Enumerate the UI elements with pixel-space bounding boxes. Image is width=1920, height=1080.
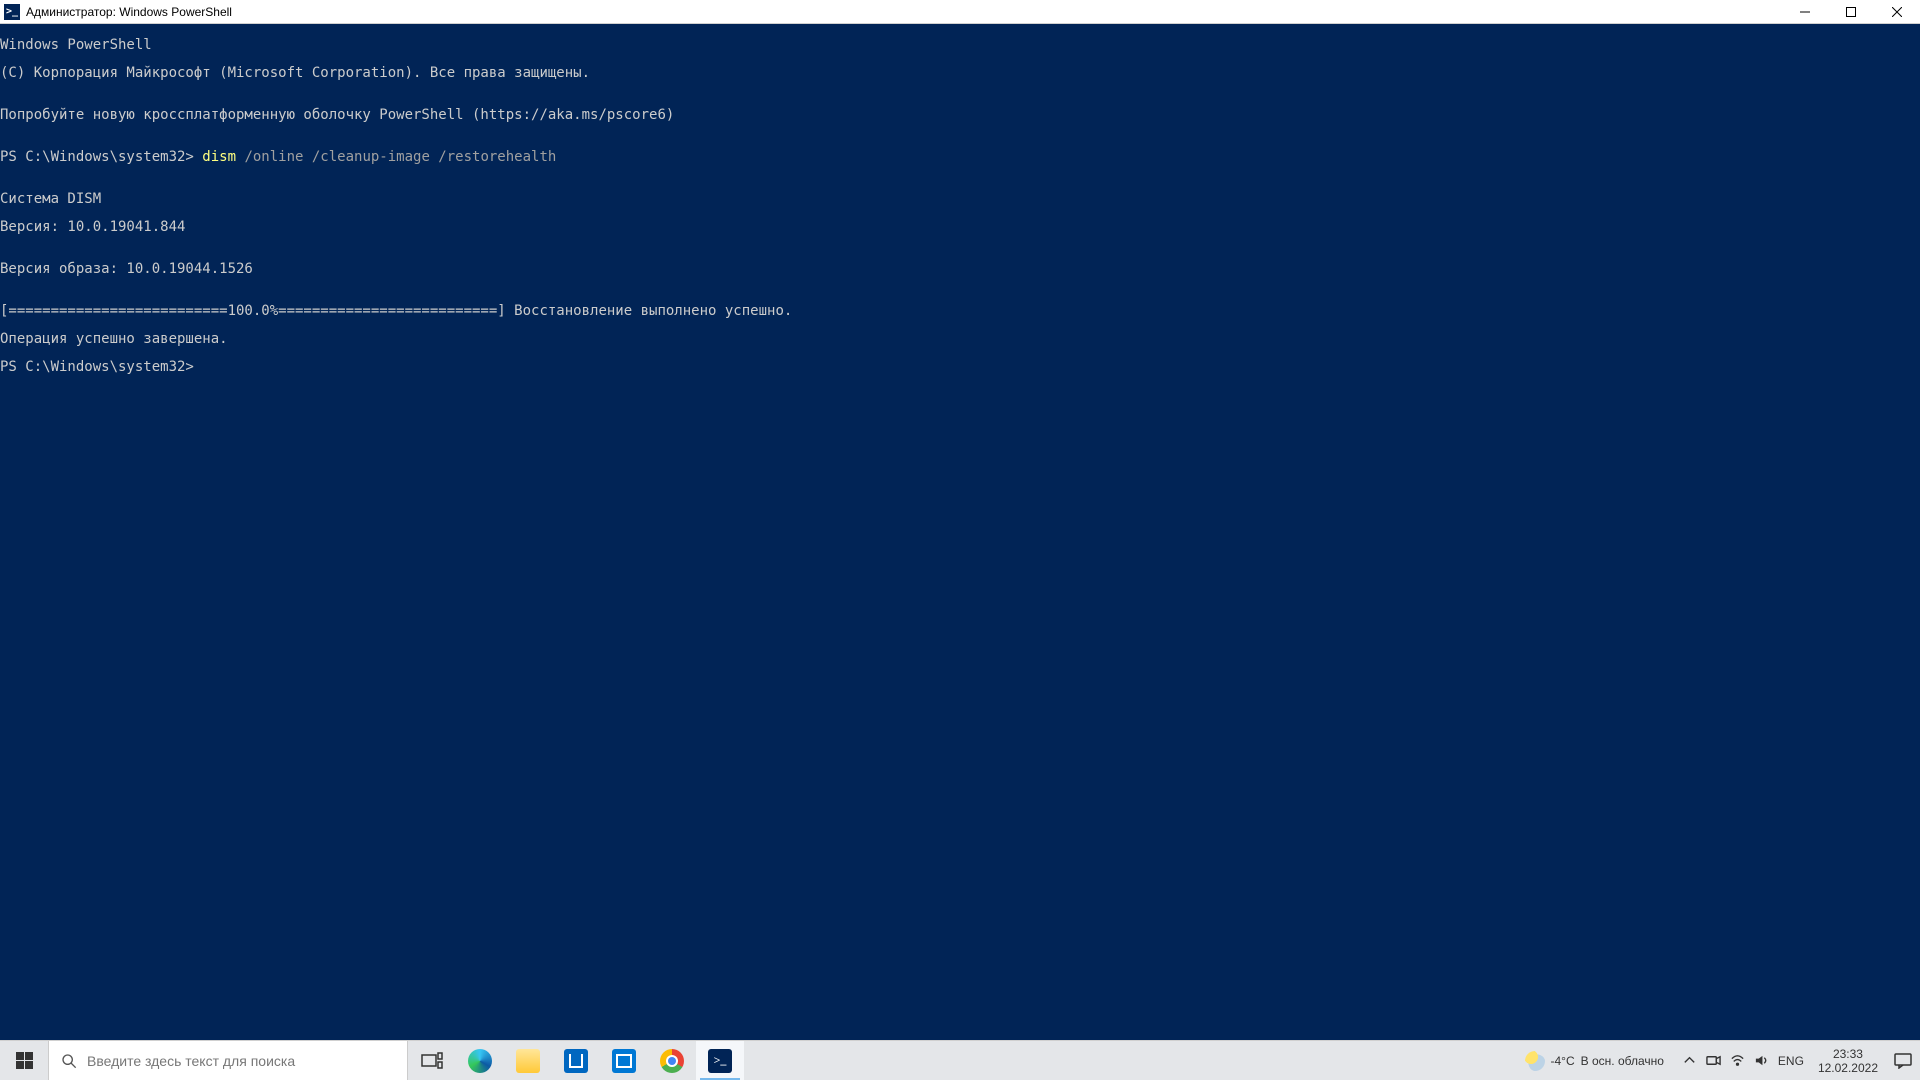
taskbar-left: Введите здесь текст для поиска	[0, 1041, 744, 1080]
tray-time: 23:33	[1818, 1047, 1878, 1061]
task-view-button[interactable]	[408, 1041, 456, 1080]
chrome-icon	[660, 1049, 684, 1073]
taskbar-search[interactable]: Введите здесь текст для поиска	[48, 1041, 408, 1080]
tray-chevron[interactable]	[1682, 1053, 1698, 1069]
taskbar-right: -4°C В осн. облачно ENG 23:33 12.02.2022	[1515, 1041, 1920, 1080]
taskbar-app-chrome[interactable]	[648, 1041, 696, 1080]
tray-language[interactable]: ENG	[1778, 1054, 1804, 1068]
taskbar-app-explorer[interactable]	[504, 1041, 552, 1080]
terminal-line: Операция успешно завершена.	[0, 332, 1920, 346]
taskbar-app-edge[interactable]	[456, 1041, 504, 1080]
weather-icon	[1525, 1051, 1545, 1071]
taskbar: Введите здесь текст для поиска	[0, 1040, 1920, 1080]
close-button[interactable]	[1874, 0, 1920, 23]
titlebar-left: >_ Администратор: Windows PowerShell	[0, 4, 232, 20]
terminal-line: (C) Корпорация Майкрософт (Microsoft Cor…	[0, 66, 1920, 80]
terminal-line: Windows PowerShell	[0, 38, 1920, 52]
weather-temp: -4°C	[1551, 1054, 1575, 1068]
taskbar-app-powershell[interactable]: >_	[696, 1041, 744, 1080]
action-center-button[interactable]	[1892, 1053, 1914, 1069]
command-args: /online /cleanup-image /restorehealth	[236, 149, 556, 165]
command-name: dism	[202, 149, 236, 165]
weather-widget[interactable]: -4°C В осн. облачно	[1515, 1051, 1674, 1071]
weather-condition: В осн. облачно	[1581, 1054, 1664, 1068]
terminal-line: Версия образа: 10.0.19044.1526	[0, 262, 1920, 276]
windows-logo-icon	[16, 1052, 33, 1069]
titlebar: >_ Администратор: Windows PowerShell	[0, 0, 1920, 24]
maximize-button[interactable]	[1828, 0, 1874, 23]
folder-icon	[516, 1049, 540, 1073]
minimize-button[interactable]	[1782, 0, 1828, 23]
terminal-prompt-line: PS C:\Windows\system32>	[0, 360, 1920, 374]
search-placeholder: Введите здесь текст для поиска	[87, 1053, 295, 1069]
tray-meet-now-icon[interactable]	[1706, 1053, 1722, 1069]
tray-wifi-icon[interactable]	[1730, 1053, 1746, 1069]
powershell-icon: >_	[4, 4, 20, 20]
powershell-taskbar-icon: >_	[708, 1049, 732, 1073]
terminal-line: Попробуйте новую кроссплатформенную обол…	[0, 108, 1920, 122]
notification-icon	[1894, 1053, 1912, 1069]
tray-date: 12.02.2022	[1818, 1061, 1878, 1075]
prompt-prefix: PS C:\Windows\system32>	[0, 149, 202, 165]
store-icon	[564, 1049, 588, 1073]
start-button[interactable]	[0, 1041, 48, 1080]
task-view-icon	[421, 1052, 443, 1070]
window-controls	[1782, 0, 1920, 23]
tray-volume-icon[interactable]	[1754, 1053, 1770, 1069]
search-icon	[61, 1053, 77, 1069]
terminal-body[interactable]: Windows PowerShell (C) Корпорация Майкро…	[0, 24, 1920, 1040]
terminal-prompt-line: PS C:\Windows\system32> dism /online /cl…	[0, 150, 1920, 164]
terminal-line: Версия: 10.0.19041.844	[0, 220, 1920, 234]
taskbar-app-mail[interactable]	[600, 1041, 648, 1080]
tray-clock[interactable]: 23:33 12.02.2022	[1812, 1047, 1884, 1075]
taskbar-app-store[interactable]	[552, 1041, 600, 1080]
edge-icon	[468, 1049, 492, 1073]
window-title: Администратор: Windows PowerShell	[26, 5, 232, 19]
mail-icon	[612, 1049, 636, 1073]
terminal-line: Cистема DISM	[0, 192, 1920, 206]
terminal-line: [==========================100.0%=======…	[0, 304, 1920, 318]
